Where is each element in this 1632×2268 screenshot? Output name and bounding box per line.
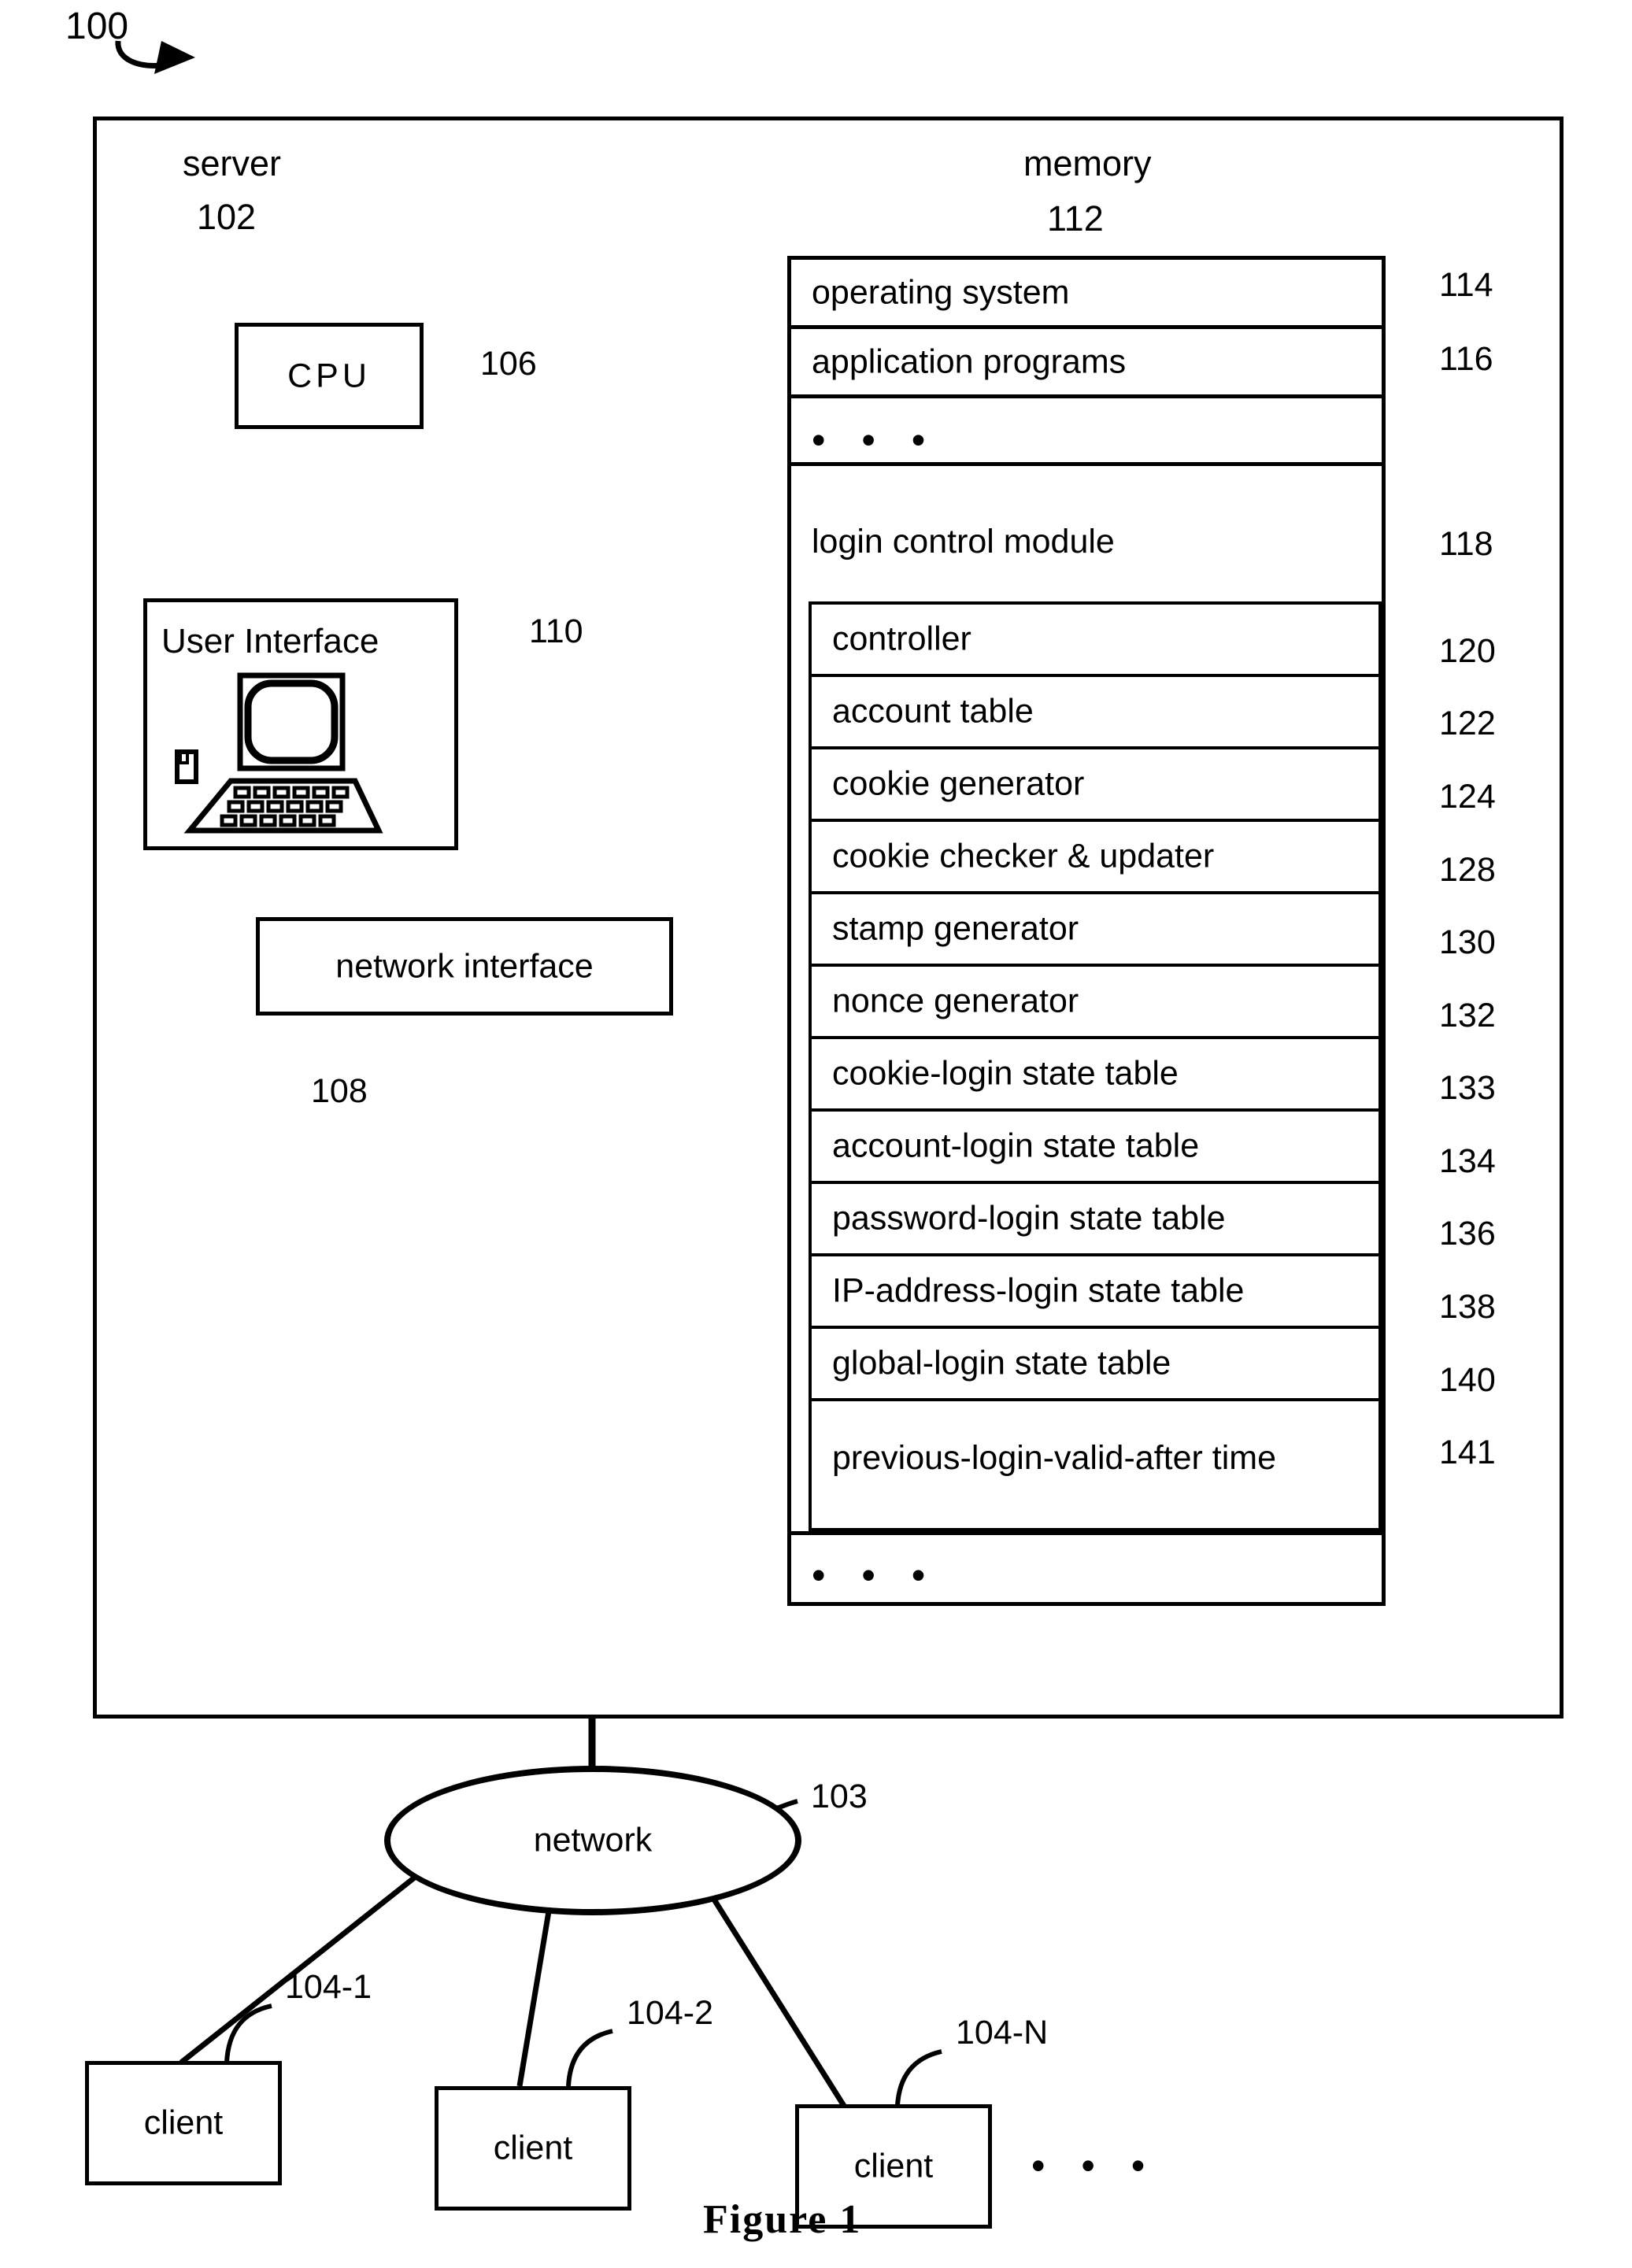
memory-box: operating system application programs • …: [787, 256, 1386, 1606]
ref-122: 122: [1439, 705, 1496, 742]
ref-140: 140: [1439, 1361, 1496, 1399]
memory-ref: 112: [1047, 198, 1104, 239]
ref-136: 136: [1439, 1215, 1496, 1252]
network-ellipse: network: [384, 1766, 801, 1915]
figure-caption: Figure 1: [703, 2197, 862, 2242]
lcm-item-label: account table: [832, 692, 1034, 731]
network-interface-label: network interface: [335, 947, 594, 985]
figure-canvas: 100 server 102 CPU 106 User Interface 11…: [0, 0, 1632, 2268]
network-ref: 103: [811, 1778, 868, 1815]
lcm-item-controller: controller: [812, 605, 1379, 677]
clients-ellipsis-dots: • • •: [1031, 2144, 1158, 2188]
client-box-1: client: [85, 2061, 282, 2185]
ellipsis-dots: • • •: [812, 418, 938, 462]
ref-130: 130: [1439, 923, 1496, 961]
ref-138: 138: [1439, 1288, 1496, 1326]
lcm-item-cookie-generator: cookie generator: [812, 749, 1379, 822]
lcm-item-label: stamp generator: [832, 909, 1079, 948]
memory-title: memory: [1023, 143, 1152, 183]
ellipsis-dots: • • •: [812, 1553, 938, 1597]
cpu-box: CPU: [235, 323, 424, 429]
ref-134: 134: [1439, 1142, 1496, 1180]
lcm-item-label: nonce generator: [832, 982, 1079, 1020]
client-label: client: [493, 2129, 573, 2167]
lcm-item-ip-address-login-state-table: IP-address-login state table: [812, 1256, 1379, 1329]
system-ref-label: 100: [65, 6, 129, 47]
memory-row-trailing-ellipsis: • • •: [791, 1531, 1382, 1602]
client-ref-104-n: 104-N: [956, 2014, 1049, 2052]
client-label: client: [143, 2103, 224, 2142]
lcm-item-label: cookie-login state table: [832, 1054, 1179, 1093]
lcm-item-label: controller: [832, 620, 971, 658]
lcm-item-stamp-generator: stamp generator: [812, 894, 1379, 967]
lcm-item-label: cookie generator: [832, 764, 1085, 803]
memory-row-label: operating system: [812, 273, 1070, 311]
ref-128: 128: [1439, 851, 1496, 889]
memory-row-operating-system: operating system: [791, 260, 1382, 329]
lcm-item-cookie-login-state-table: cookie-login state table: [812, 1039, 1379, 1112]
ref-141: 141: [1439, 1434, 1496, 1471]
network-interface-ref: 108: [311, 1072, 368, 1110]
ref-120: 120: [1439, 632, 1496, 670]
ref-133: 133: [1439, 1069, 1496, 1107]
login-control-module-items-box: controller account table cookie generato…: [809, 601, 1382, 1531]
cpu-label: CPU: [287, 357, 371, 394]
cpu-ref: 106: [480, 345, 537, 383]
lcm-item-account-table: account table: [812, 677, 1379, 749]
ref-118: 118: [1439, 525, 1493, 563]
memory-row-ellipsis: • • •: [791, 398, 1382, 466]
lcm-item-password-login-state-table: password-login state table: [812, 1184, 1379, 1256]
lcm-item-previous-login-valid-after-time: previous-login-valid-after time: [812, 1401, 1379, 1528]
user-interface-box: User Interface: [143, 598, 458, 850]
ref-132: 132: [1439, 997, 1496, 1034]
client-label: client: [853, 2147, 934, 2185]
memory-row-application-programs: application programs: [791, 329, 1382, 398]
ref-114: 114: [1439, 266, 1493, 304]
user-interface-ref: 110: [529, 612, 583, 650]
ref-124: 124: [1439, 778, 1496, 816]
lcm-item-account-login-state-table: account-login state table: [812, 1112, 1379, 1184]
lcm-item-label: account-login state table: [832, 1127, 1200, 1165]
server-ref: 102: [197, 197, 257, 237]
lcm-item-label: global-login state table: [832, 1344, 1171, 1382]
lcm-item-label: IP-address-login state table: [832, 1271, 1245, 1310]
ref-116: 116: [1439, 340, 1493, 378]
network-label: network: [533, 1821, 653, 1859]
lcm-item-nonce-generator: nonce generator: [812, 967, 1379, 1039]
client-ref-104-2: 104-2: [627, 1994, 713, 2032]
lcm-item-label: password-login state table: [832, 1199, 1226, 1238]
lcm-item-label: previous-login-valid-after time: [832, 1439, 1276, 1477]
computer-illustration: [175, 672, 383, 834]
login-control-module-label: login control module: [812, 523, 1115, 561]
network-interface-box: network interface: [256, 917, 673, 1016]
client-box-2: client: [435, 2086, 631, 2211]
lcm-item-label: cookie checker & updater: [832, 837, 1215, 875]
client-ref-104-1: 104-1: [285, 1968, 372, 2006]
lcm-item-cookie-checker-updater: cookie checker & updater: [812, 822, 1379, 894]
server-title: server: [183, 143, 282, 183]
lcm-item-global-login-state-table: global-login state table: [812, 1329, 1379, 1401]
memory-row-label: application programs: [812, 342, 1127, 380]
